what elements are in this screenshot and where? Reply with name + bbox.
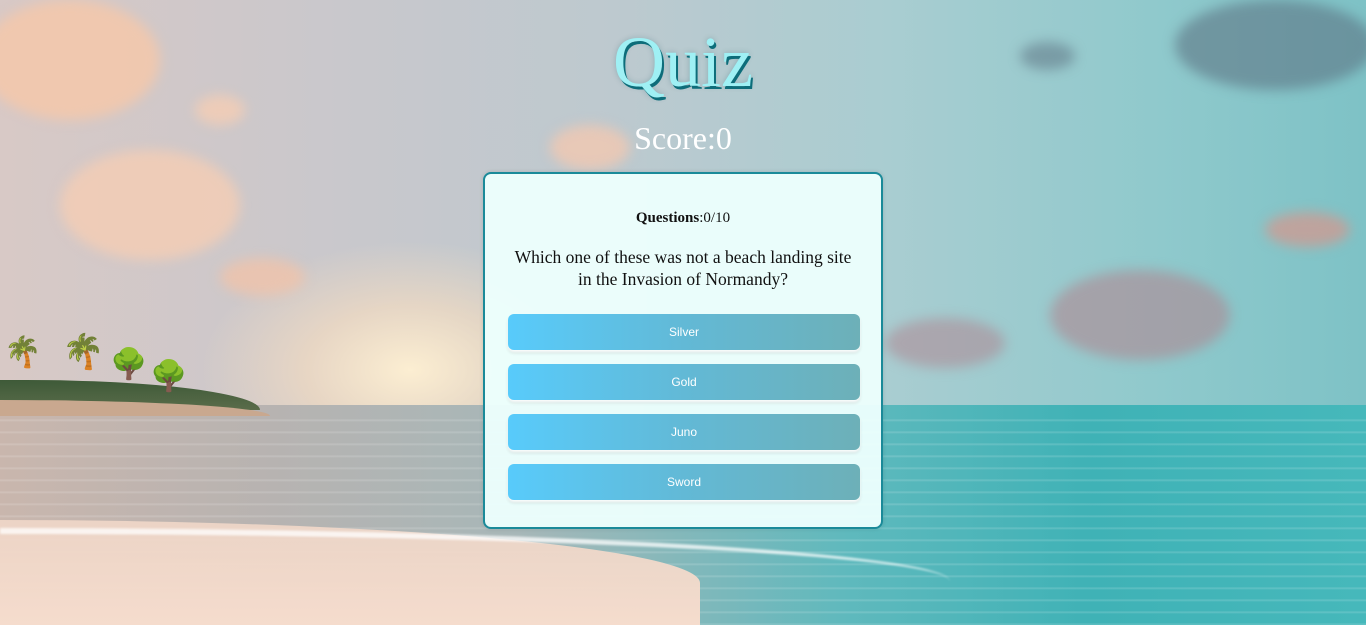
score-label: Score: xyxy=(634,120,716,156)
questions-progress: :0/10 xyxy=(699,210,731,226)
question-counter: Questions:0/10 xyxy=(485,210,881,227)
answer-button[interactable]: Silver xyxy=(508,314,860,350)
questions-label: Questions xyxy=(635,210,700,226)
score-value: 0 xyxy=(715,120,732,156)
question-text: Which one of these was not a beach landi… xyxy=(514,247,852,289)
quiz-page: Quiz Score:0 Questions:0/10 Which one of… xyxy=(0,0,1366,625)
answer-list: Silver Gold Juno Sword xyxy=(508,314,860,514)
answer-button[interactable]: Sword xyxy=(508,464,860,500)
page-title: Quiz xyxy=(613,22,753,102)
score-display: Score:0 xyxy=(0,120,1366,156)
question-card: Questions:0/10 Which one of these was no… xyxy=(483,172,883,529)
answer-button[interactable]: Gold xyxy=(508,364,860,400)
answer-button[interactable]: Juno xyxy=(508,414,860,450)
